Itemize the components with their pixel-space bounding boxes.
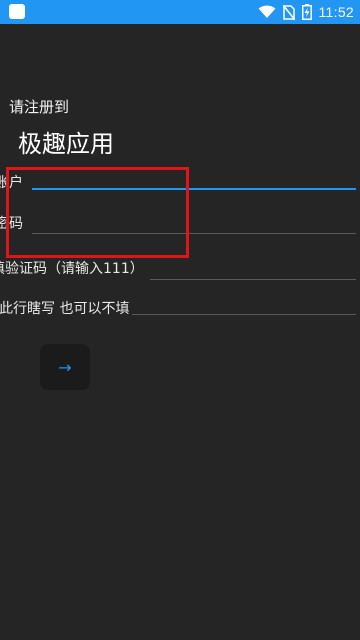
submit-button[interactable]: → xyxy=(40,344,90,390)
optional-field[interactable]: 此行瞎写 也可以不填 xyxy=(0,298,360,320)
account-underline xyxy=(32,188,356,190)
battery-charging-icon xyxy=(301,4,312,20)
password-label: 密码 xyxy=(0,216,23,232)
register-prompt: 请注册到 xyxy=(9,98,70,116)
arrow-right-icon: → xyxy=(58,357,72,377)
password-underline xyxy=(32,233,356,234)
optional-label: 此行瞎写 也可以不填 xyxy=(0,301,130,317)
captcha-label: 填验证码（请输入111） xyxy=(0,261,144,277)
password-field[interactable]: 密码 xyxy=(0,213,360,235)
status-time: 11:52 xyxy=(318,4,354,20)
status-bar: 11:52 xyxy=(0,0,360,24)
captcha-field[interactable]: 填验证码（请输入111） xyxy=(0,258,360,280)
captcha-underline xyxy=(150,279,356,280)
optional-underline xyxy=(132,314,356,315)
account-field[interactable]: 账户 xyxy=(0,172,360,194)
no-sim-icon xyxy=(282,4,295,20)
app-square-icon xyxy=(9,4,25,19)
wifi-icon xyxy=(258,5,275,18)
app-name-title: 极趣应用 xyxy=(18,130,114,158)
account-label: 账户 xyxy=(0,175,23,191)
status-icons: 11:52 xyxy=(258,0,355,24)
